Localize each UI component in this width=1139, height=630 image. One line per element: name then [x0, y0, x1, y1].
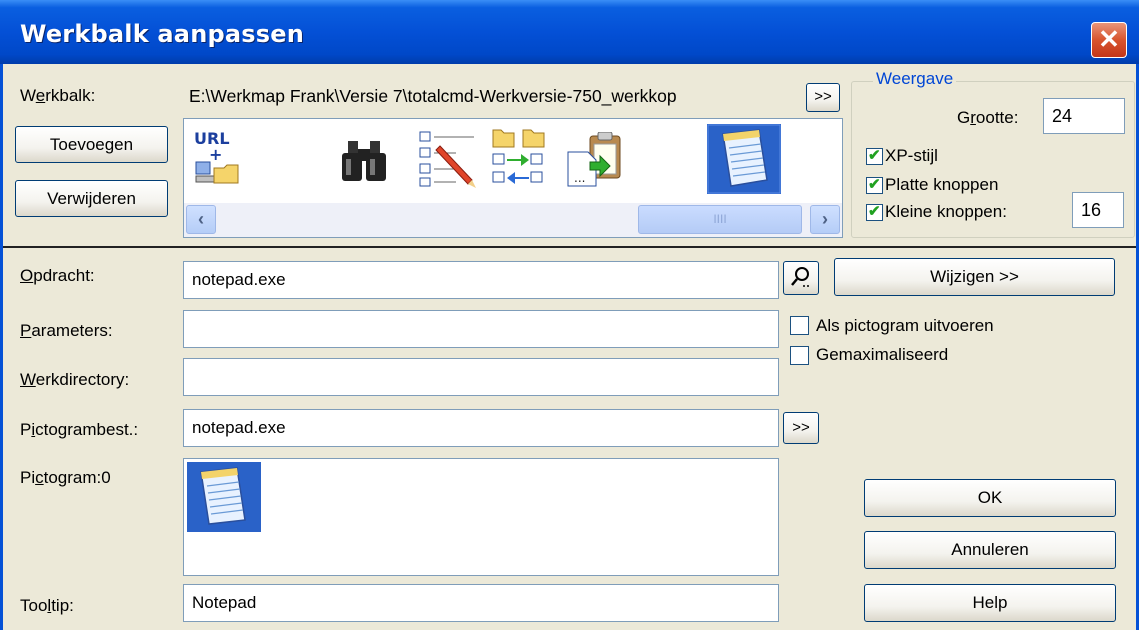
- close-button[interactable]: ✕: [1091, 22, 1127, 58]
- toolbar-scrollbar[interactable]: ‹ IIII ›: [184, 203, 842, 237]
- separator: [3, 246, 1136, 248]
- search-icon: [791, 267, 809, 287]
- title-bar[interactable]: Werkbalk aanpassen ✕: [0, 0, 1139, 64]
- help-button[interactable]: Help: [864, 584, 1116, 622]
- scroll-thumb-grip: IIII: [713, 212, 727, 226]
- dialog-window: Werkbalk aanpassen ✕ Werkbalk: E:\Werkma…: [0, 0, 1139, 630]
- copy-names-icon[interactable]: ...: [566, 132, 626, 190]
- small-buttons-checkbox[interactable]: [866, 202, 883, 221]
- xp-style-checkbox[interactable]: [866, 146, 883, 165]
- display-legend: Weergave: [873, 69, 957, 89]
- add-button[interactable]: Toevoegen: [15, 126, 168, 163]
- scroll-thumb[interactable]: IIII: [638, 205, 802, 234]
- xp-style-label[interactable]: XP-stijl: [885, 146, 938, 166]
- small-size-input[interactable]: 16: [1072, 192, 1124, 228]
- flat-buttons-label[interactable]: Platte knoppen: [885, 175, 998, 195]
- ok-button[interactable]: OK: [864, 479, 1116, 517]
- command-input[interactable]: notepad.exe: [183, 261, 779, 299]
- tooltip-input[interactable]: Notepad: [183, 584, 779, 622]
- run-minimized-checkbox[interactable]: [790, 316, 809, 335]
- chevron-left-icon: ‹: [198, 209, 204, 229]
- cancel-button[interactable]: Annuleren: [864, 531, 1116, 569]
- parameters-label: Parameters:: [20, 321, 113, 340]
- command-label: Opdracht:: [20, 266, 95, 285]
- icon-list[interactable]: [183, 458, 779, 576]
- workdir-label: Werkdirectory:: [20, 370, 130, 389]
- run-minimized-label[interactable]: Als pictogram uitvoeren: [816, 316, 994, 336]
- binoculars-icon[interactable]: [340, 135, 392, 183]
- iconfile-input[interactable]: notepad.exe: [183, 409, 779, 447]
- notepad-icon[interactable]: [707, 124, 781, 194]
- window-title: Werkbalk aanpassen: [20, 20, 304, 48]
- flat-buttons-checkbox[interactable]: [866, 175, 883, 194]
- url-icon[interactable]: URL +: [192, 128, 240, 190]
- notepad-icon[interactable]: [187, 462, 261, 532]
- toolbar-path: E:\Werkmap Frank\Versie 7\totalcmd-Werkv…: [183, 80, 805, 114]
- workdir-input[interactable]: [183, 358, 779, 396]
- scroll-left-button[interactable]: ‹: [186, 205, 216, 234]
- remove-button[interactable]: Verwijderen: [15, 180, 168, 217]
- change-button[interactable]: Wijzigen >>: [834, 258, 1115, 296]
- toolbar-label: Werkbalk:: [20, 86, 96, 105]
- size-label: Grootte:: [957, 108, 1019, 127]
- close-icon: ✕: [1098, 24, 1120, 54]
- maximized-label[interactable]: Gemaximaliseerd: [816, 345, 948, 365]
- iconfile-browse-button[interactable]: >>: [783, 412, 819, 444]
- svg-text:+: +: [209, 145, 222, 164]
- small-buttons-label[interactable]: Kleine knoppen:: [885, 202, 1007, 222]
- compare-dirs-icon[interactable]: [487, 126, 549, 188]
- iconfile-label: Pictogrambest.:: [20, 420, 139, 439]
- svg-text:...: ...: [574, 171, 585, 185]
- size-input[interactable]: 24: [1043, 98, 1125, 134]
- edit-list-icon[interactable]: [416, 128, 480, 188]
- parameters-input[interactable]: [183, 310, 779, 348]
- tooltip-label: Tooltip:: [20, 596, 74, 615]
- maximized-checkbox[interactable]: [790, 346, 809, 365]
- chevron-right-icon: ›: [822, 209, 828, 229]
- command-browse-button[interactable]: [783, 261, 819, 295]
- scroll-right-button[interactable]: ›: [810, 205, 840, 234]
- icon-label: Pictogram:0: [20, 468, 111, 487]
- toolbar-browse-button[interactable]: >>: [806, 83, 840, 112]
